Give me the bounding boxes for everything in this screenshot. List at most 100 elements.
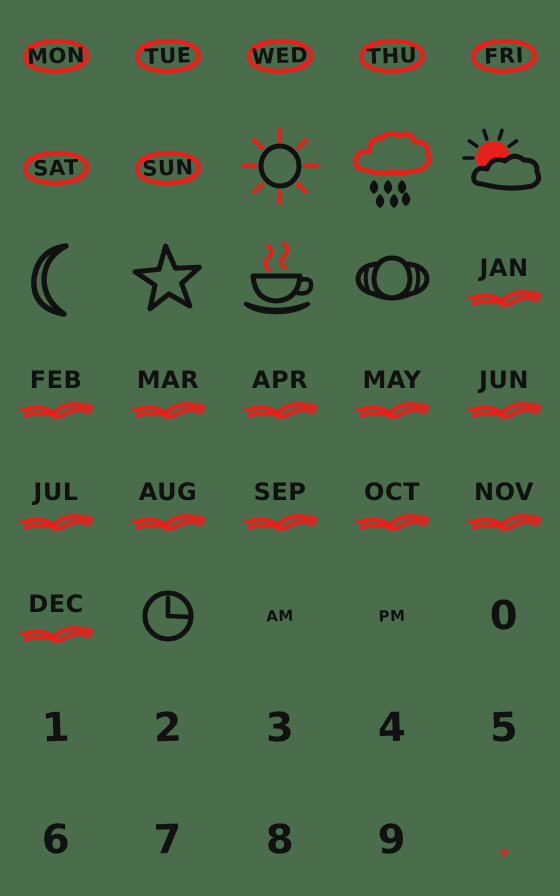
sticker-label-eight: 8 xyxy=(265,817,295,864)
sticker-label-nov: NOV xyxy=(467,478,543,531)
sticker-label-text: 1 xyxy=(41,705,71,752)
croissant-icon xyxy=(355,255,430,301)
sticker-cell-sun[interactable]: SUN xyxy=(112,112,224,224)
sticker-label-text: 3 xyxy=(265,705,295,752)
sticker-cell-jul[interactable]: JUL xyxy=(0,448,112,560)
sticker-label-text: TUE xyxy=(144,43,192,69)
sticker-label-thu: THU xyxy=(358,38,426,74)
sticker-cell-aug[interactable]: AUG xyxy=(112,448,224,560)
sticker-label-text: MON xyxy=(27,43,86,69)
sticker-label-nine: 9 xyxy=(377,817,407,864)
sticker-cell-mon[interactable]: MON xyxy=(0,0,112,112)
sticker-label-fri: FRI xyxy=(470,38,538,74)
red-dot-icon xyxy=(500,848,508,856)
sticker-label-text: MAY xyxy=(362,366,421,394)
sticker-cell-dot[interactable] xyxy=(448,784,560,896)
sticker-label-may: MAY xyxy=(355,366,431,419)
coffee-cup-icon xyxy=(243,242,314,315)
sticker-cell-sun-icon[interactable] xyxy=(224,112,336,224)
sticker-label-text: MAR xyxy=(137,366,199,394)
sticker-label-text: NOV xyxy=(474,478,534,506)
sticker-cell-jan[interactable]: JAN xyxy=(448,224,560,336)
sticker-label-text: 7 xyxy=(153,817,183,864)
sticker-label-text: DEC xyxy=(28,590,83,618)
sticker-label-two: 2 xyxy=(153,705,183,752)
sticker-label-text: 2 xyxy=(153,705,183,752)
sticker-cell-thu[interactable]: THU xyxy=(336,0,448,112)
sun-icon xyxy=(241,127,319,205)
sticker-label-mon: MON xyxy=(22,38,90,74)
sticker-label-mar: MAR xyxy=(131,366,207,419)
sticker-cell-coffee-icon[interactable] xyxy=(224,224,336,336)
sticker-label-text: FEB xyxy=(30,366,83,394)
sticker-cell-three[interactable]: 3 xyxy=(224,672,336,784)
sticker-cell-zero[interactable]: 0 xyxy=(448,560,560,672)
sticker-cell-four[interactable]: 4 xyxy=(336,672,448,784)
sticker-cell-dec[interactable]: DEC xyxy=(0,560,112,672)
sticker-label-sat: SAT xyxy=(22,150,90,186)
sticker-label-apr: APR xyxy=(243,366,319,419)
sticker-label-wed: WED xyxy=(246,38,314,74)
rain-cloud-icon xyxy=(353,130,432,208)
sticker-label-aug: AUG xyxy=(131,478,207,531)
emoji-sticker-sheet: MON TUE WED THU FRI SAT SUN JAN FEB MAR APR MAY JUN J… xyxy=(0,0,560,896)
sticker-cell-mar[interactable]: MAR xyxy=(112,336,224,448)
sun-behind-cloud-icon xyxy=(462,128,542,191)
sticker-label-jun: JUN xyxy=(467,366,543,419)
sticker-label-text: JUL xyxy=(31,478,78,506)
sticker-label-zero: 0 xyxy=(489,593,519,640)
sticker-cell-five[interactable]: 5 xyxy=(448,672,560,784)
sticker-label-jan: JAN xyxy=(467,254,543,307)
sticker-label-text: PM xyxy=(378,607,406,626)
sticker-label-text: SUN xyxy=(142,155,194,181)
sticker-label-sun: SUN xyxy=(134,150,202,186)
sticker-label-one: 1 xyxy=(41,705,71,752)
sticker-cell-eight[interactable]: 8 xyxy=(224,784,336,896)
sticker-cell-may[interactable]: MAY xyxy=(336,336,448,448)
sticker-cell-six[interactable]: 6 xyxy=(0,784,112,896)
sticker-cell-pm[interactable]: PM xyxy=(336,560,448,672)
sticker-cell-sep[interactable]: SEP xyxy=(224,448,336,560)
sticker-label-seven: 7 xyxy=(153,817,183,864)
sticker-label-text: 9 xyxy=(377,817,407,864)
sticker-cell-fri[interactable]: FRI xyxy=(448,0,560,112)
sticker-cell-wed[interactable]: WED xyxy=(224,0,336,112)
sticker-cell-clock-icon[interactable] xyxy=(112,560,224,672)
sticker-cell-two[interactable]: 2 xyxy=(112,672,224,784)
sticker-label-four: 4 xyxy=(377,705,407,752)
sticker-label-text: OCT xyxy=(364,478,420,506)
sticker-label-text: SAT xyxy=(33,155,80,181)
sticker-label-five: 5 xyxy=(489,705,519,752)
sticker-cell-sat[interactable]: SAT xyxy=(0,112,112,224)
sticker-cell-seven[interactable]: 7 xyxy=(112,784,224,896)
sticker-cell-feb[interactable]: FEB xyxy=(0,336,112,448)
sticker-label-text: 4 xyxy=(377,705,407,752)
sticker-cell-nov[interactable]: NOV xyxy=(448,448,560,560)
sticker-label-text: SEP xyxy=(254,478,307,506)
sticker-label-text: APR xyxy=(252,366,308,394)
crescent-moon-icon xyxy=(31,243,69,317)
sticker-label-three: 3 xyxy=(265,705,295,752)
sticker-label-feb: FEB xyxy=(19,366,95,419)
sticker-cell-am[interactable]: AM xyxy=(224,560,336,672)
sticker-cell-partly-icon[interactable] xyxy=(448,112,560,224)
sticker-label-text: AM xyxy=(266,607,294,626)
sticker-cell-nine[interactable]: 9 xyxy=(336,784,448,896)
sticker-label-text: WED xyxy=(251,43,308,69)
sticker-label-text: 0 xyxy=(489,593,519,640)
sticker-cell-moon-icon[interactable] xyxy=(0,224,112,336)
sticker-cell-rain-icon[interactable] xyxy=(336,112,448,224)
star-icon xyxy=(132,243,202,312)
sticker-cell-star-icon[interactable] xyxy=(112,224,224,336)
sticker-cell-tue[interactable]: TUE xyxy=(112,0,224,112)
sticker-label-sep: SEP xyxy=(243,478,319,531)
sticker-cell-one[interactable]: 1 xyxy=(0,672,112,784)
sticker-label-text: 6 xyxy=(41,817,71,864)
sticker-label-jul: JUL xyxy=(19,478,95,531)
sticker-cell-jun[interactable]: JUN xyxy=(448,336,560,448)
sticker-cell-croissant-icon[interactable] xyxy=(336,224,448,336)
sticker-cell-apr[interactable]: APR xyxy=(224,336,336,448)
sticker-label-am: AM xyxy=(266,607,294,626)
clock-icon xyxy=(142,590,194,642)
sticker-cell-oct[interactable]: OCT xyxy=(336,448,448,560)
